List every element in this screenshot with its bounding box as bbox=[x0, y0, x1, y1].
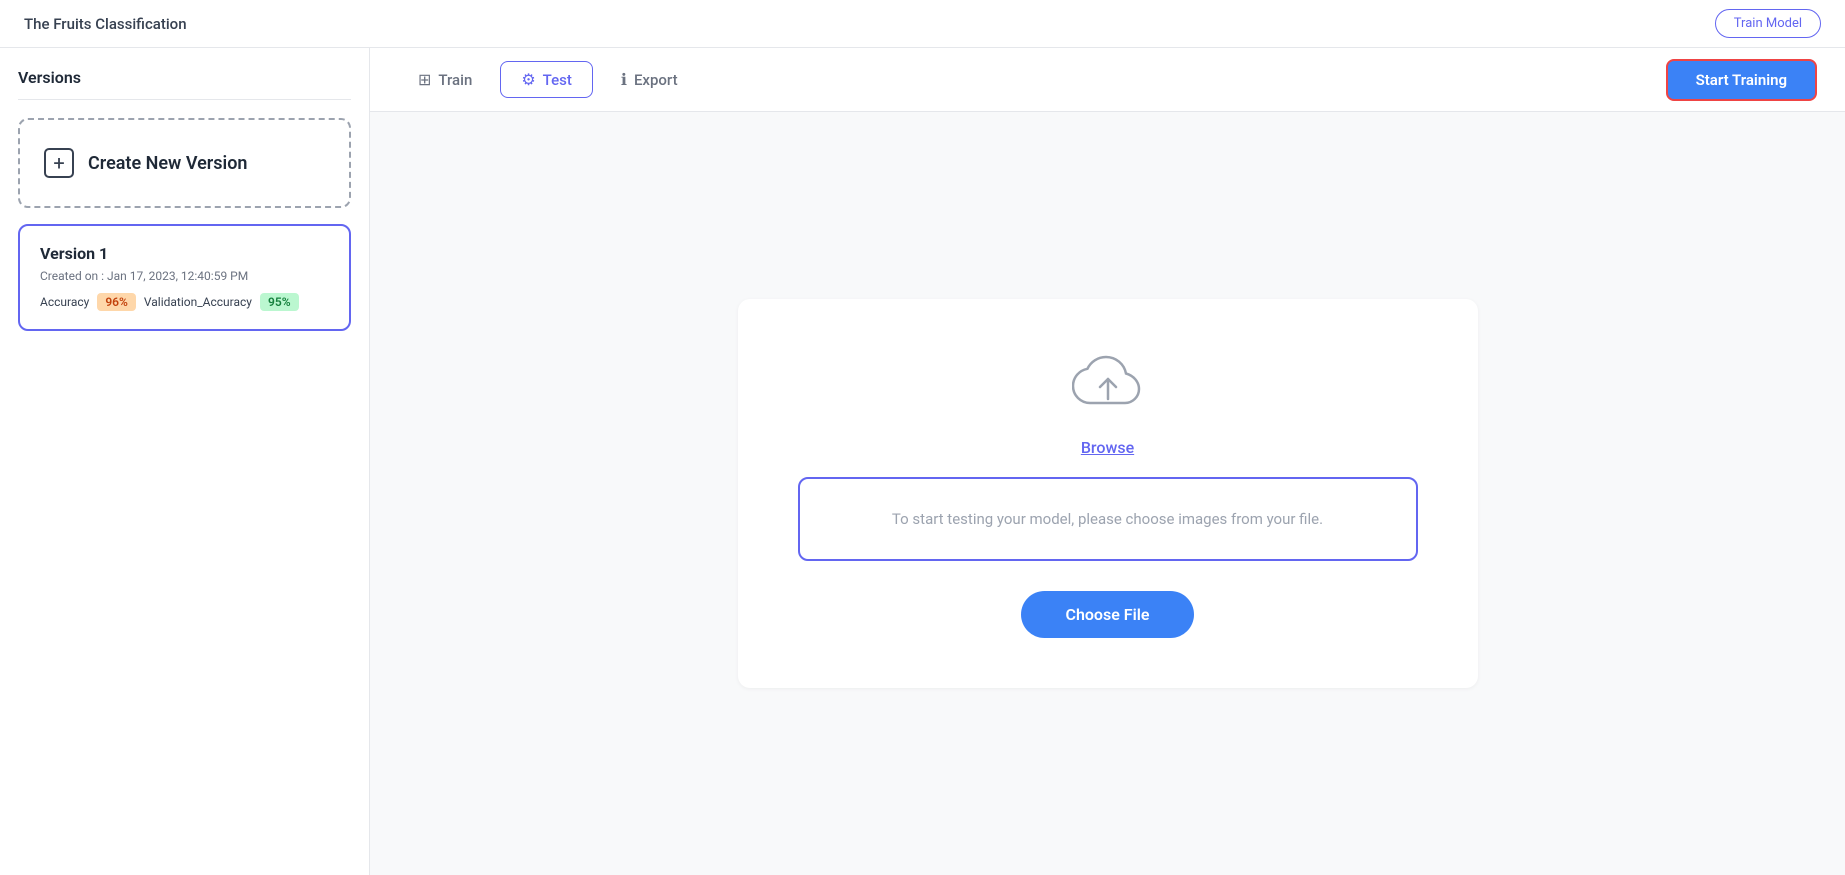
sidebar-title: Versions bbox=[18, 68, 351, 100]
header: The Fruits Classification Train Model bbox=[0, 0, 1845, 48]
content-area: ⊞ Train ⚙ Test ℹ Export Start Training bbox=[370, 48, 1845, 875]
page-title: The Fruits Classification bbox=[24, 15, 187, 33]
create-new-version-card[interactable]: + Create New Version bbox=[18, 118, 351, 208]
start-training-button[interactable]: Start Training bbox=[1666, 59, 1817, 101]
train-icon: ⊞ bbox=[418, 70, 431, 89]
accuracy-label: Accuracy bbox=[40, 295, 89, 309]
tab-bar: ⊞ Train ⚙ Test ℹ Export Start Training bbox=[370, 48, 1845, 112]
version-name: Version 1 bbox=[40, 244, 329, 263]
choose-file-button[interactable]: Choose File bbox=[1021, 591, 1193, 638]
browse-link[interactable]: Browse bbox=[1081, 438, 1134, 457]
version-card[interactable]: Version 1 Created on : Jan 17, 2023, 12:… bbox=[18, 224, 351, 331]
tab-train[interactable]: ⊞ Train bbox=[398, 62, 492, 97]
plus-icon: + bbox=[44, 148, 74, 178]
version-date: Created on : Jan 17, 2023, 12:40:59 PM bbox=[40, 269, 329, 283]
sidebar: Versions + Create New Version Version 1 … bbox=[0, 48, 370, 875]
tab-export-label: Export bbox=[634, 71, 678, 89]
validation-label: Validation_Accuracy bbox=[144, 295, 252, 309]
drop-zone-text: To start testing your model, please choo… bbox=[892, 510, 1323, 528]
tab-test[interactable]: ⚙ Test bbox=[500, 61, 593, 98]
main-layout: Versions + Create New Version Version 1 … bbox=[0, 48, 1845, 875]
validation-badge: 95% bbox=[260, 293, 299, 311]
export-icon: ℹ bbox=[621, 70, 627, 89]
drop-zone: To start testing your model, please choo… bbox=[798, 477, 1418, 561]
tab-train-label: Train bbox=[438, 71, 472, 89]
tab-test-label: Test bbox=[543, 71, 572, 89]
upload-container: Browse To start testing your model, plea… bbox=[370, 112, 1845, 875]
train-model-button[interactable]: Train Model bbox=[1715, 9, 1821, 38]
upload-box: Browse To start testing your model, plea… bbox=[738, 299, 1478, 688]
test-icon: ⚙ bbox=[521, 70, 535, 89]
tabs: ⊞ Train ⚙ Test ℹ Export bbox=[398, 61, 698, 98]
version-badges: Accuracy 96% Validation_Accuracy 95% bbox=[40, 293, 329, 311]
cloud-upload-icon bbox=[1072, 349, 1144, 418]
tab-export[interactable]: ℹ Export bbox=[601, 62, 698, 97]
accuracy-badge: 96% bbox=[97, 293, 136, 311]
create-new-version-label: Create New Version bbox=[88, 153, 247, 174]
